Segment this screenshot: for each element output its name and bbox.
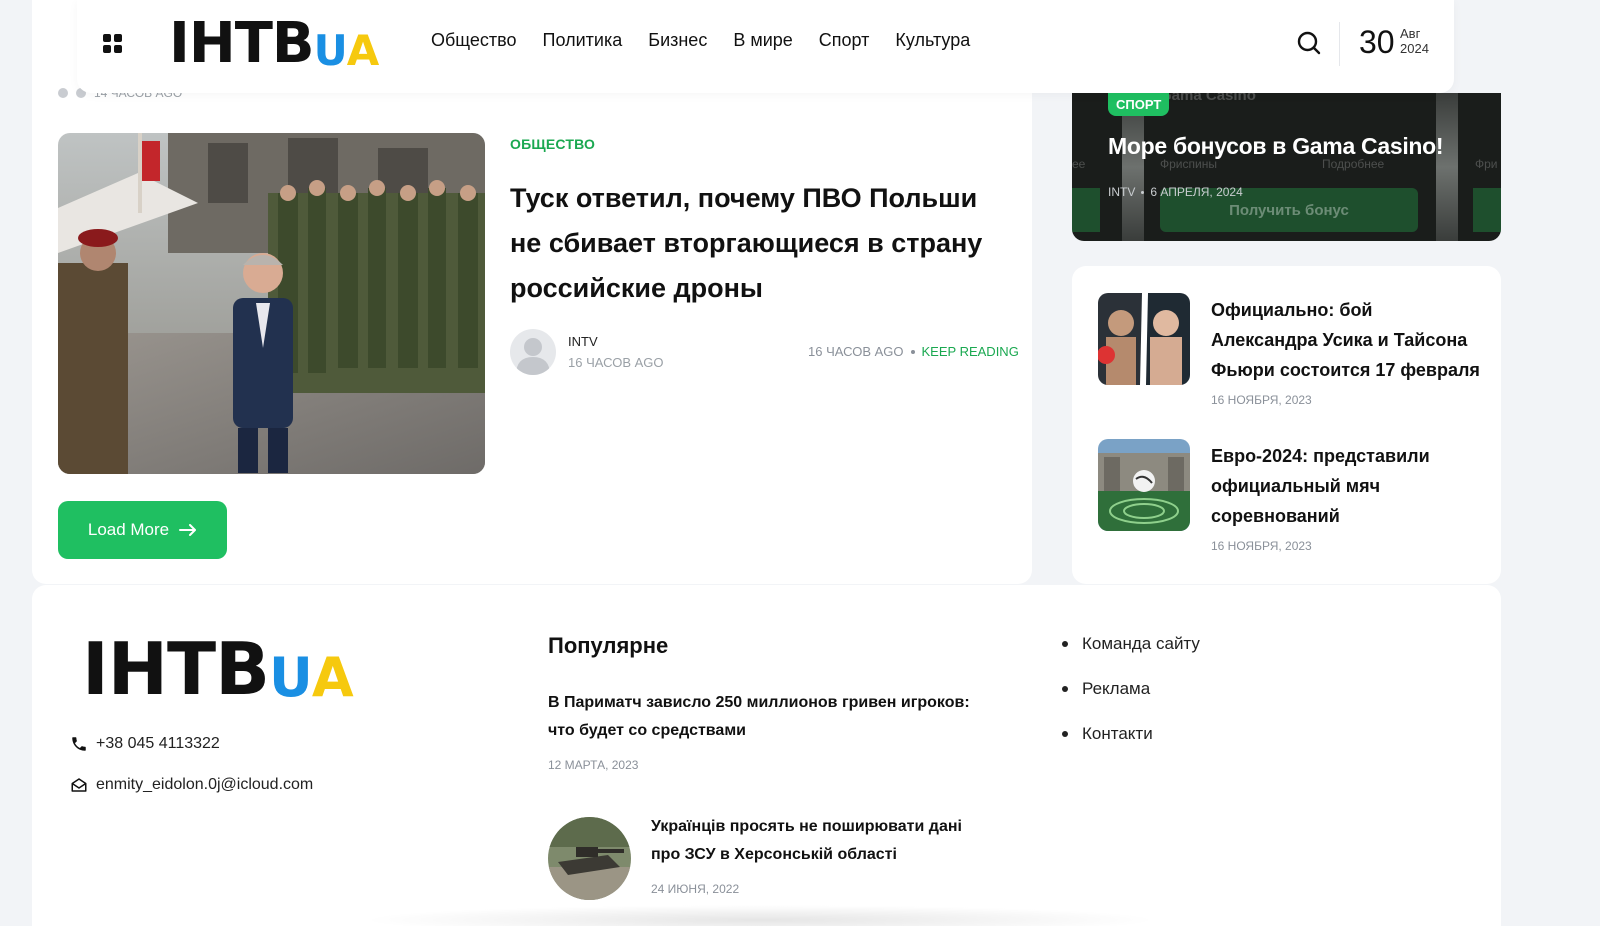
promo-meta: INTV 6 АПРЕЛЯ, 2024 bbox=[1108, 185, 1243, 199]
keep-reading-link[interactable]: KEEP READING bbox=[922, 344, 1019, 359]
logo-main-text: IHTB bbox=[169, 11, 315, 76]
footer-link-team[interactable]: Команда сайту bbox=[1062, 621, 1200, 666]
menu-grid-icon[interactable] bbox=[103, 34, 123, 54]
phone-icon bbox=[72, 737, 86, 751]
author-post-time: 16 ЧАСОВ AGO bbox=[568, 355, 664, 370]
article-meta: 16 ЧАСОВ AGO KEEP READING bbox=[808, 344, 1019, 359]
logo-ua: U A bbox=[269, 646, 354, 709]
date-day: 30 bbox=[1359, 24, 1395, 60]
promo-author[interactable]: INTV bbox=[1108, 185, 1135, 199]
side-news-item[interactable]: Официально: бой Александра Усика и Тайсо… bbox=[1098, 293, 1488, 418]
meta-icon bbox=[58, 88, 68, 98]
promo-ghost-text: Gama Casino bbox=[1160, 93, 1256, 104]
side-news-thumbnail[interactable] bbox=[1098, 293, 1190, 385]
decorative-shadow bbox=[360, 905, 1160, 926]
nav-item-culture[interactable]: Культура bbox=[895, 30, 970, 51]
nav-item-world[interactable]: В мире bbox=[733, 30, 792, 51]
popular-item-title[interactable]: В Париматч зависло 250 миллионов гривен … bbox=[548, 689, 978, 745]
author-name[interactable]: INTV bbox=[568, 334, 598, 349]
promo-ghost-text: ee bbox=[1072, 157, 1086, 171]
load-more-button[interactable]: Load More bbox=[58, 501, 227, 559]
email-address: enmity_eidolon.0j@icloud.com bbox=[96, 776, 314, 793]
user-icon bbox=[516, 338, 550, 375]
search-icon[interactable] bbox=[1296, 30, 1322, 56]
footer-email[interactable]: enmity_eidolon.0j@icloud.com bbox=[70, 776, 313, 794]
promo-decor bbox=[1436, 93, 1458, 241]
boxing-photo bbox=[1098, 293, 1190, 385]
mail-open-icon bbox=[71, 778, 87, 792]
article-title[interactable]: Туск ответил, почему ПВО Польши не сбива… bbox=[510, 176, 1010, 311]
category-badge[interactable]: СПОРТ bbox=[1108, 93, 1170, 116]
meta-separator bbox=[1141, 190, 1145, 194]
promo-title[interactable]: Море бонусов в Gama Casino! bbox=[1108, 133, 1444, 160]
footer-link-ads[interactable]: Реклама bbox=[1062, 666, 1200, 711]
side-news-title[interactable]: Официально: бой Александра Усика и Тайсо… bbox=[1211, 295, 1481, 385]
promo-decor bbox=[1072, 188, 1100, 232]
meta-separator bbox=[910, 349, 915, 354]
logo-u: U bbox=[313, 26, 348, 75]
stadium-photo bbox=[1098, 439, 1190, 531]
date-year: 2024 bbox=[1400, 41, 1429, 56]
footer-links: Команда сайту Реклама Контакти bbox=[1062, 621, 1200, 756]
date-month: Авг bbox=[1400, 26, 1421, 41]
promo-decor bbox=[1473, 188, 1501, 232]
popular-item-title[interactable]: Українців просять не поширювати дані про… bbox=[651, 813, 971, 869]
article-time: 16 ЧАСОВ AGO bbox=[808, 344, 904, 359]
phone-number: +38 045 4113322 bbox=[96, 735, 220, 752]
promo-banner[interactable]: Gama Casino ee Фриспины Подробнее Фри По… bbox=[1072, 93, 1501, 241]
date-month-year: Авг 2024 bbox=[1400, 26, 1429, 56]
site-logo[interactable]: IHTB U A bbox=[169, 11, 380, 76]
logo-a: A bbox=[346, 26, 380, 75]
article-category[interactable]: ОБЩЕСТВО bbox=[510, 136, 595, 152]
side-news-date: 16 НОЯБРЯ, 2023 bbox=[1211, 539, 1312, 553]
side-news-date: 16 НОЯБРЯ, 2023 bbox=[1211, 393, 1312, 407]
author-avatar[interactable] bbox=[510, 329, 556, 375]
popular-heading: Популярне bbox=[548, 633, 669, 658]
header-divider bbox=[1339, 22, 1340, 66]
nav-item-sport[interactable]: Спорт bbox=[819, 30, 870, 51]
logo-ua: U A bbox=[313, 26, 380, 75]
article-photo bbox=[58, 133, 485, 474]
side-news-item[interactable]: Евро-2024: представили официальный мяч с… bbox=[1098, 439, 1488, 564]
footer: IHTB U A +38 045 4113322 enmity_eidolon.… bbox=[32, 585, 1501, 926]
logo-u: U bbox=[269, 646, 313, 709]
arrow-right-icon bbox=[179, 524, 197, 536]
side-news-thumbnail[interactable] bbox=[1098, 439, 1190, 531]
footer-logo[interactable]: IHTB U A bbox=[82, 627, 354, 711]
promo-ghost-text: Фри bbox=[1475, 157, 1498, 171]
footer-phone[interactable]: +38 045 4113322 bbox=[70, 735, 220, 753]
main-nav: Общество Политика Бизнес В мире Спорт Ку… bbox=[431, 30, 970, 51]
logo-main-text: IHTB bbox=[82, 627, 270, 711]
logo-a: A bbox=[311, 646, 354, 709]
popular-item-date: 24 ИЮНЯ, 2022 bbox=[651, 882, 740, 896]
nav-item-politics[interactable]: Политика bbox=[543, 30, 623, 51]
article-image[interactable] bbox=[58, 133, 485, 474]
destroyed-tank-photo bbox=[548, 817, 631, 900]
side-news-title[interactable]: Евро-2024: представили официальный мяч с… bbox=[1211, 441, 1481, 531]
nav-item-society[interactable]: Общество bbox=[431, 30, 517, 51]
popular-item-thumbnail[interactable] bbox=[548, 817, 631, 900]
side-news-card: Официально: бой Александра Усика и Тайсо… bbox=[1072, 266, 1501, 584]
popular-item-date: 12 МАРТА, 2023 bbox=[548, 758, 639, 772]
site-header: IHTB U A Общество Политика Бизнес В мире… bbox=[77, 0, 1454, 93]
nav-item-business[interactable]: Бизнес bbox=[648, 30, 707, 51]
footer-link-contacts[interactable]: Контакти bbox=[1062, 711, 1200, 756]
promo-date: 6 АПРЕЛЯ, 2024 bbox=[1150, 185, 1243, 199]
load-more-label: Load More bbox=[87, 520, 170, 539]
